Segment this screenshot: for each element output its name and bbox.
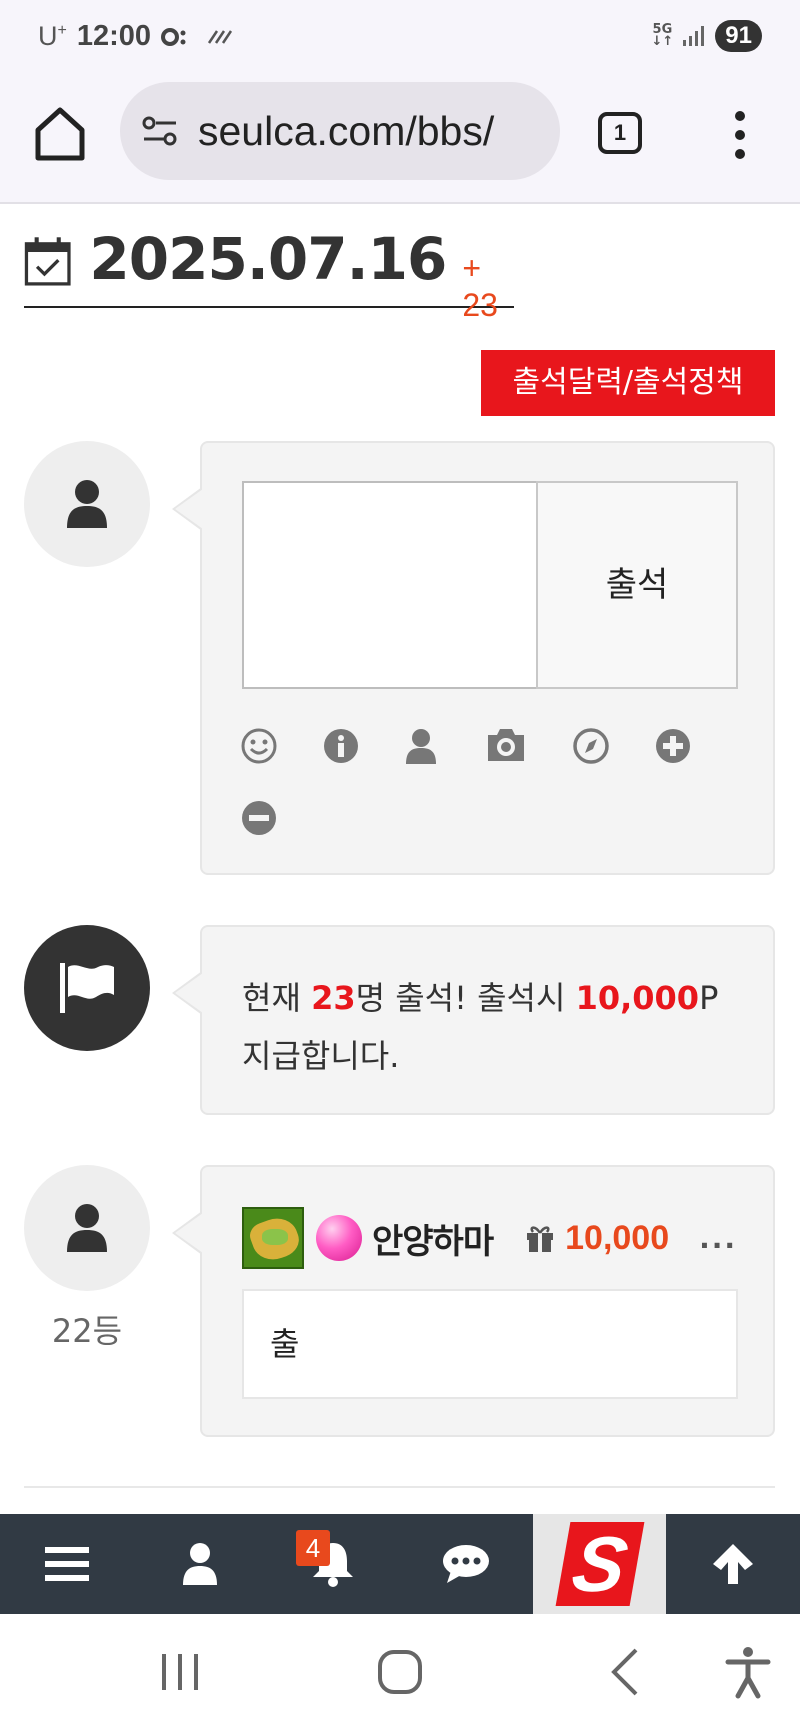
gift-icon [527,1226,554,1252]
camera-icon[interactable] [484,725,528,765]
nickname[interactable]: 안양하마 [372,1214,494,1263]
calendar-check-icon [24,237,71,286]
user-profile-image[interactable] [242,1207,304,1269]
smiley-icon[interactable] [240,727,278,765]
attendance-notice-card: 현재 23명 출석! 출석시 10,000P 지급합니다. [172,925,775,1115]
clock: 12:00 [76,20,152,52]
home-nav-icon[interactable] [370,1642,430,1702]
info-icon[interactable] [322,727,360,765]
notifications-button[interactable] [266,1514,399,1614]
notification-badge: 4 [296,1530,330,1566]
arrow-up-icon [712,1544,753,1584]
chat-button[interactable] [399,1514,532,1614]
plus-circle-icon[interactable] [654,727,692,765]
attendance-date: 2025.07.16 [89,225,447,293]
attendance-form-card: 출석 [172,441,775,875]
chat-bubble-icon [442,1545,489,1583]
menu-button[interactable] [0,1514,133,1614]
minus-circle-icon[interactable] [240,799,278,837]
tab-switcher-button[interactable]: 1 [598,112,642,154]
user-icon [182,1543,217,1585]
site-logo: S [555,1520,644,1608]
user-tag-icon[interactable] [402,727,440,765]
profile-button[interactable] [133,1514,266,1614]
flag-avatar [24,925,150,1051]
attend-submit-button[interactable]: 출석 [536,481,738,689]
nfc-icon [207,29,233,44]
attendee-count: 23 [311,979,356,1017]
site-logo-button[interactable]: S [533,1514,666,1614]
points-value: 10,000 [565,1218,670,1257]
entry-header: 안양하마 10,000 ... [242,1207,742,1269]
rank-label: 22등 [51,1312,123,1350]
entry-message: 출 [242,1289,738,1399]
avatar [24,1165,150,1291]
battery-indicator: 91 [715,20,762,52]
calendar-policy-button[interactable]: 출석달력/출석정책 [481,350,775,416]
infinity-icon [161,27,186,46]
back-icon[interactable] [596,1642,656,1702]
attendance-notice: 현재 23명 출석! 출석시 10,000P 지급합니다. [242,979,719,1075]
system-nav-bar [0,1614,800,1734]
attendance-delta: + 23 [462,250,498,323]
attendance-entry-card: 안양하마 10,000 ... 출 [172,1165,775,1437]
more-options-button[interactable]: ... [699,1222,737,1255]
network-5g-icon: 5G ↓↑ [651,22,674,49]
browser-toolbar: seulca.com/bbs/ 1 [0,76,800,204]
avatar [24,441,150,567]
divider [24,1486,775,1488]
accessibility-icon[interactable] [718,1642,778,1702]
address-bar[interactable]: seulca.com/bbs/ [120,82,560,180]
comment-input[interactable] [242,481,538,689]
status-right: 5G ↓↑ 91 [651,20,762,52]
bottom-app-bar: S [0,1514,800,1614]
signal-icon [683,26,705,46]
url-text[interactable]: seulca.com/bbs/ [198,108,548,155]
recent-apps-icon[interactable] [150,1642,210,1702]
status-left: U+ 12:00 [38,20,233,53]
more-vert-icon[interactable] [730,110,750,160]
user-icon [67,1204,107,1252]
status-bar: U+ 12:00 5G ↓↑ 91 [0,0,800,76]
reward-points: 10,000 [575,979,700,1017]
site-settings-icon[interactable] [140,111,180,151]
hamburger-menu-icon [44,1547,89,1581]
flag-icon [60,963,114,1013]
user-icon [67,480,107,528]
date-header: 2025.07.16 + 23 [24,225,514,323]
home-icon[interactable] [34,106,86,162]
scroll-top-button[interactable] [666,1514,799,1614]
level-icon [316,1215,362,1261]
compass-icon[interactable] [572,727,610,765]
carrier-label: U+ [38,21,67,51]
